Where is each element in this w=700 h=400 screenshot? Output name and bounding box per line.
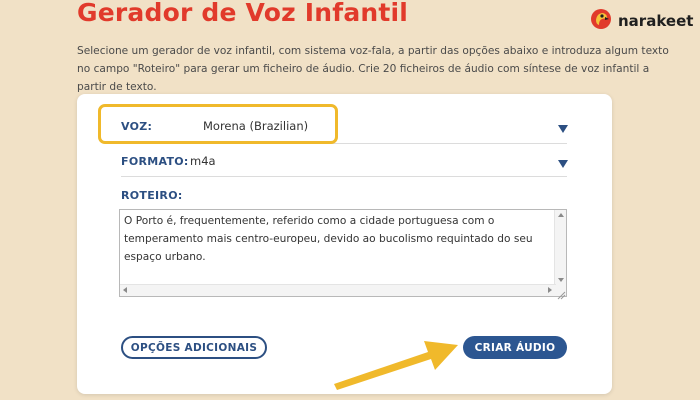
yellow-arrow-annotation-icon xyxy=(334,341,458,390)
